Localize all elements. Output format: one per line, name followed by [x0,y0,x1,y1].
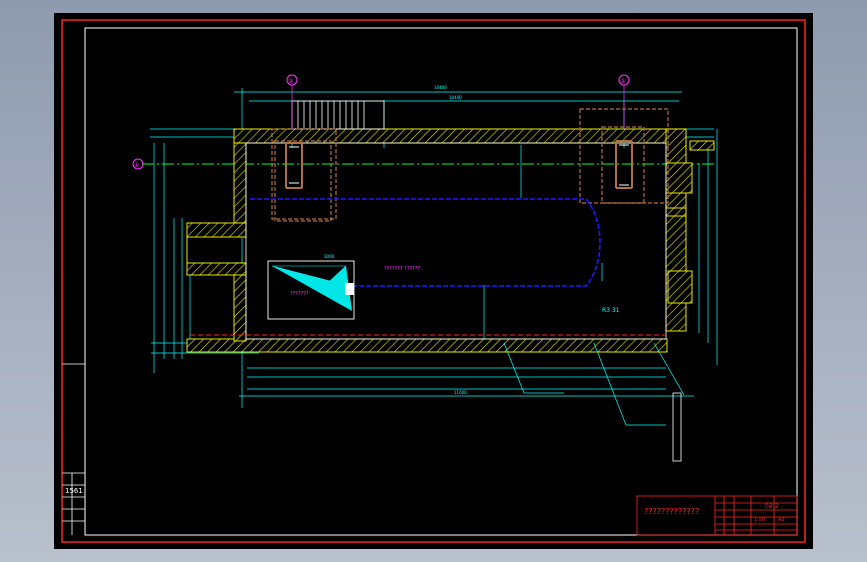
outer-frame [61,19,806,543]
room-note: ??????? ?????? [384,266,420,272]
walls [186,128,715,353]
sheet-size: A3 [778,517,785,523]
drawing-canvas: 1561 ????????????? 02-2 1:50 A3 ① ② ② ??… [61,19,806,543]
equipment-frames [271,108,669,222]
drawing-number: 02-2 [765,503,779,510]
sidebar-label: 1561 [65,487,83,495]
side-detail [672,392,682,462]
radius-note: R3 31 [602,307,620,314]
axis-label-left: ① [134,162,139,169]
axis-label-top-left: ② [288,78,294,85]
dim-bottom: 11600 [454,390,467,395]
dim-main: 10400 [434,85,447,90]
dim-top: 10400 [449,95,462,100]
equipment-label: ??????? [290,291,309,297]
pump-block [267,260,355,320]
cad-viewport[interactable]: 1561 ????????????? 02-2 1:50 A3 ① ② ② ??… [54,13,813,549]
dim-small: 3000 [324,254,335,259]
sheet-scale: 1:50 [754,517,765,523]
axis-label-top-right: ② [620,78,626,85]
staircase [291,100,385,130]
title-block-text: ????????????? [644,507,699,516]
sidebar-table [62,363,85,535]
